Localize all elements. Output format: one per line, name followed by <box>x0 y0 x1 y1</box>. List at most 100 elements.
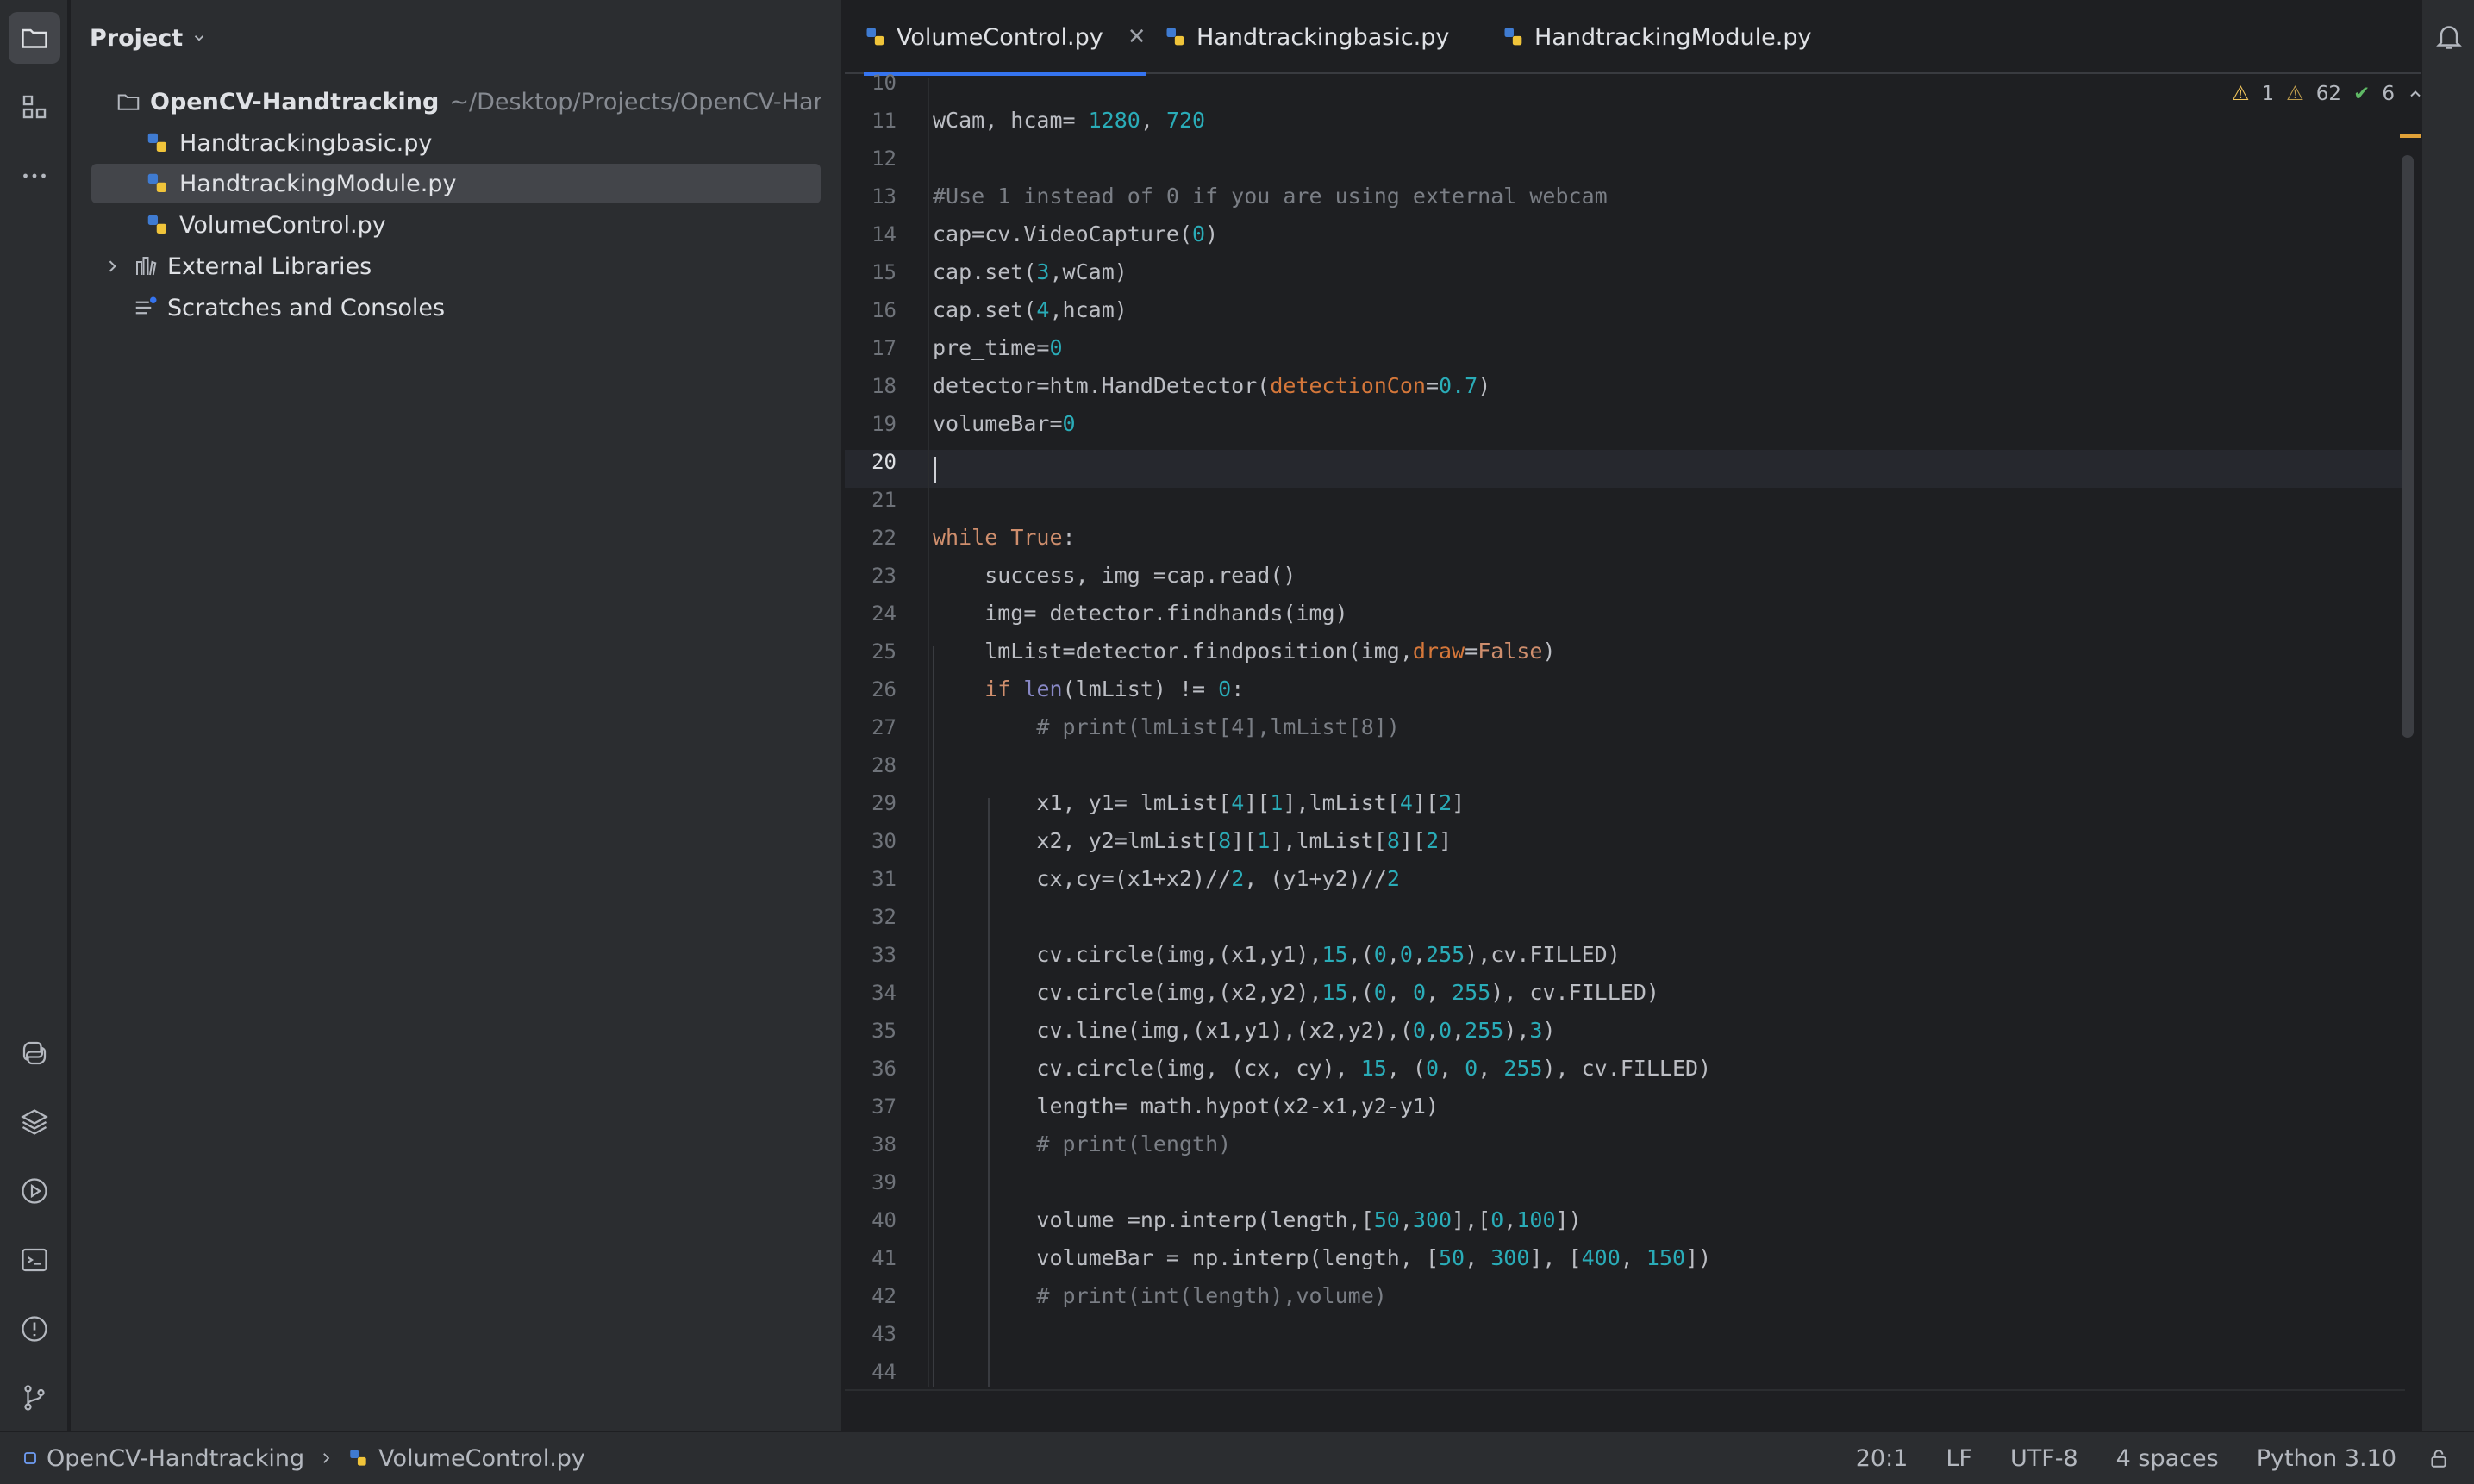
chevron-right-icon[interactable] <box>103 258 121 275</box>
code-line[interactable]: wCam, hcam= 1280, 720 <box>933 102 1205 140</box>
line-separator[interactable]: LF <box>1927 1445 1991 1472</box>
tree-item-file[interactable]: VolumeControl.py <box>91 205 821 245</box>
python-file-icon <box>1166 28 1184 46</box>
caret-position[interactable]: 20:1 <box>1837 1445 1927 1472</box>
tree-item-file-selected[interactable]: HandtrackingModule.py <box>91 164 821 203</box>
tree-item-project-root[interactable]: OpenCV-Handtracking ~/Desktop/Projects/O… <box>91 82 821 122</box>
line-number: 30 <box>872 829 897 853</box>
lock-icon[interactable] <box>2427 1447 2450 1469</box>
line-number: 21 <box>872 488 897 512</box>
close-icon[interactable]: ✕ <box>1128 24 1146 50</box>
code-editor[interactable]: wCam, hcam= 1280, 720 #Use 1 instead of 0… <box>933 78 2398 1387</box>
code-line[interactable]: if len(lmList) != 0: <box>933 670 1244 708</box>
line-number: 26 <box>872 677 897 701</box>
code-line[interactable]: # print(length) <box>933 1125 1231 1163</box>
code-line[interactable]: pre_time=0 <box>933 329 1063 367</box>
problems-icon[interactable] <box>9 1303 60 1355</box>
vertical-scrollbar[interactable] <box>2402 129 2414 1387</box>
code-line[interactable]: # print(int(length),volume) <box>933 1277 1386 1315</box>
python-console-icon[interactable] <box>9 1027 60 1079</box>
scratches-label: Scratches and Consoles <box>167 294 446 321</box>
project-view-selector[interactable]: Project <box>90 21 207 55</box>
code-line[interactable]: while True: <box>933 519 1076 557</box>
code-line[interactable]: lmList=detector.findposition(img,draw=Fa… <box>933 633 1555 670</box>
code-line[interactable]: length= math.hypot(x2-x1,y2-y1) <box>933 1088 1439 1125</box>
line-number: 36 <box>872 1057 897 1081</box>
chevron-down-icon <box>195 35 204 41</box>
line-number: 18 <box>872 374 897 398</box>
project-folder-icon[interactable] <box>9 12 60 64</box>
code-line[interactable]: #Use 1 instead of 0 if you are using ext… <box>933 178 1608 215</box>
horizontal-scrollbar[interactable] <box>845 1389 2405 1391</box>
text-caret <box>934 457 936 483</box>
code-line[interactable]: cv.circle(img,(x2,y2),15,(0, 0, 255), cv… <box>933 974 1659 1012</box>
code-line[interactable]: cv.circle(img,(x1,y1),15,(0,0,255),cv.FI… <box>933 936 1620 974</box>
file-name: VolumeControl.py <box>179 211 386 239</box>
code-line[interactable]: cv.line(img,(x1,y1),(x2,y2),(0,0,255),3) <box>933 1012 1555 1050</box>
structure-icon[interactable] <box>9 81 60 133</box>
tab-handtrackingmodule[interactable]: HandtrackingModule.py <box>1502 0 1811 74</box>
code-line[interactable]: detector=htm.HandDetector(detectionCon=0… <box>933 367 1490 405</box>
line-number: 35 <box>872 1019 897 1043</box>
layers-icon[interactable] <box>9 1096 60 1148</box>
code-line[interactable]: volume =np.interp(length,[50,300],[0,100… <box>933 1201 1581 1239</box>
code-line[interactable]: cx,cy=(x1+x2)//2, (y1+y2)//2 <box>933 860 1399 898</box>
python-file-icon <box>147 215 166 234</box>
line-number: 28 <box>872 753 897 777</box>
line-number-gutter[interactable]: 10 11 12 13 14 15 16 17 18 19 20 21 22 23 24 25 26 27 28 29… <box>845 71 928 1387</box>
breadcrumb-file[interactable]: VolumeControl.py <box>378 1445 585 1472</box>
status-bar: OpenCV-Handtracking VolumeControl.py 20:… <box>0 1431 2474 1484</box>
line-number: 24 <box>872 602 897 626</box>
line-number: 27 <box>872 715 897 739</box>
code-line[interactable]: success, img =cap.read() <box>933 557 1296 595</box>
line-number: 42 <box>872 1284 897 1308</box>
project-panel: Project OpenCV-Handtracking ~/Desktop/Pr… <box>71 0 843 1431</box>
notifications-bell-icon[interactable] <box>2433 21 2465 52</box>
scrollbar-thumb[interactable] <box>2402 155 2414 738</box>
tree-item-scratches[interactable]: Scratches and Consoles <box>91 288 821 327</box>
code-line[interactable]: volumeBar = np.interp(length, [50, 300],… <box>933 1239 1711 1277</box>
code-line[interactable]: cap.set(4,hcam) <box>933 291 1128 329</box>
tab-label: VolumeControl.py <box>897 23 1103 51</box>
code-line[interactable]: cap=cv.VideoCapture(0) <box>933 215 1218 253</box>
git-branch-icon[interactable] <box>9 1372 60 1424</box>
line-number: 43 <box>872 1322 897 1346</box>
code-line[interactable]: x2, y2=lmList[8][1],lmList[8][2] <box>933 822 1452 860</box>
indent-setting[interactable]: 4 spaces <box>2097 1445 2238 1472</box>
tab-volumecontrol[interactable]: VolumeControl.py ✕ <box>864 0 1146 76</box>
code-line[interactable]: x1, y1= lmList[4][1],lmList[4][2] <box>933 784 1465 822</box>
run-icon[interactable] <box>9 1165 60 1217</box>
tree-item-external-libraries[interactable]: External Libraries <box>91 246 821 286</box>
line-number: 23 <box>872 564 897 588</box>
code-line[interactable]: # print(lmList[4],lmList[8]) <box>933 708 1399 746</box>
line-number: 20 <box>872 450 897 474</box>
terminal-icon[interactable] <box>9 1234 60 1286</box>
external-libraries-label: External Libraries <box>167 253 372 280</box>
more-tools-icon[interactable] <box>9 150 60 202</box>
breadcrumb: OpenCV-Handtracking VolumeControl.py <box>22 1432 585 1484</box>
tool-window-strip <box>0 0 69 1431</box>
line-number: 10 <box>872 71 897 95</box>
tree-item-file[interactable]: Handtrackingbasic.py <box>91 123 821 163</box>
editor-tab-bar: VolumeControl.py ✕ Handtrackingbasic.py … <box>845 0 2474 76</box>
line-number: 22 <box>872 526 897 550</box>
code-line[interactable]: cap.set(3,wCam) <box>933 253 1128 291</box>
project-root-name: OpenCV-Handtracking <box>150 88 440 115</box>
line-number: 39 <box>872 1170 897 1194</box>
code-line[interactable]: cv.circle(img, (cx, cy), 15, (0, 0, 255)… <box>933 1050 1711 1088</box>
tab-handtrackingbasic[interactable]: Handtrackingbasic.py <box>1164 0 1449 74</box>
tab-label: HandtrackingModule.py <box>1534 23 1812 51</box>
status-widgets: 20:1 LF UTF-8 4 spaces Python 3.10 <box>1837 1432 2474 1484</box>
file-encoding[interactable]: UTF-8 <box>1991 1445 2097 1472</box>
line-number: 38 <box>872 1132 897 1157</box>
python-file-icon <box>147 173 166 192</box>
line-number: 29 <box>872 791 897 815</box>
library-icon <box>136 257 157 276</box>
code-line[interactable]: img= detector.findhands(img) <box>933 595 1347 633</box>
line-number: 16 <box>872 298 897 322</box>
breadcrumb-project[interactable]: OpenCV-Handtracking <box>47 1445 304 1472</box>
line-number: 41 <box>872 1246 897 1270</box>
file-name: Handtrackingbasic.py <box>179 129 433 157</box>
python-interpreter[interactable]: Python 3.10 <box>2238 1445 2415 1472</box>
code-line[interactable]: volumeBar=0 <box>933 405 1076 443</box>
